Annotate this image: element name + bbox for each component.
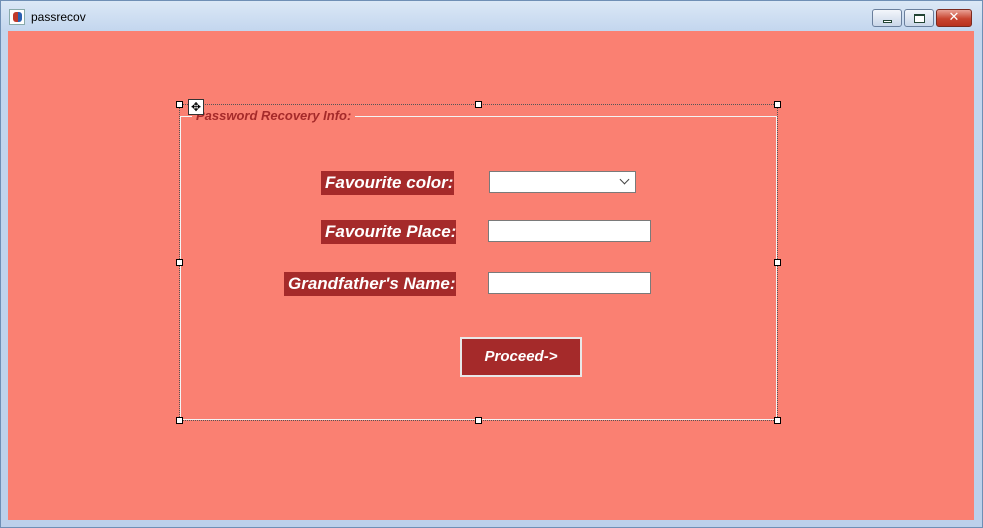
resize-handle-top-left[interactable] <box>176 101 183 108</box>
grandfather-name-field[interactable] <box>488 272 651 294</box>
title-bar[interactable]: passrecov ✕ <box>1 1 982 31</box>
favourite-place-label: Favourite Place: <box>321 220 456 244</box>
application-window: passrecov ✕ Password Recovery Info: ✥ Fa… <box>0 0 983 528</box>
form-client-area: Password Recovery Info: ✥ Favourite colo… <box>8 31 974 520</box>
resize-handle-top[interactable] <box>475 101 482 108</box>
resize-handle-bottom-right[interactable] <box>774 417 781 424</box>
close-icon: ✕ <box>948 10 960 25</box>
resize-handle-right[interactable] <box>774 259 781 266</box>
close-button[interactable]: ✕ <box>936 9 972 27</box>
app-icon[interactable] <box>9 9 25 25</box>
minimize-icon <box>883 20 892 23</box>
groupbox-title: Password Recovery Info: <box>192 108 356 124</box>
move-handle-icon[interactable]: ✥ <box>188 99 204 115</box>
maximize-button[interactable] <box>904 9 934 27</box>
favourite-color-label: Favourite color: <box>321 171 454 195</box>
proceed-button[interactable]: Proceed-> <box>460 337 582 377</box>
maximize-icon <box>914 14 925 23</box>
resize-handle-bottom-left[interactable] <box>176 417 183 424</box>
minimize-button[interactable] <box>872 9 902 27</box>
resize-handle-bottom[interactable] <box>475 417 482 424</box>
resize-handle-left[interactable] <box>176 259 183 266</box>
resize-handle-top-right[interactable] <box>774 101 781 108</box>
window-title: passrecov <box>31 10 86 24</box>
grandfather-name-label: Grandfather's Name: <box>284 272 456 296</box>
favourite-place-field[interactable] <box>488 220 651 242</box>
chevron-down-icon[interactable] <box>619 174 630 185</box>
favourite-color-dropdown[interactable] <box>489 171 636 193</box>
